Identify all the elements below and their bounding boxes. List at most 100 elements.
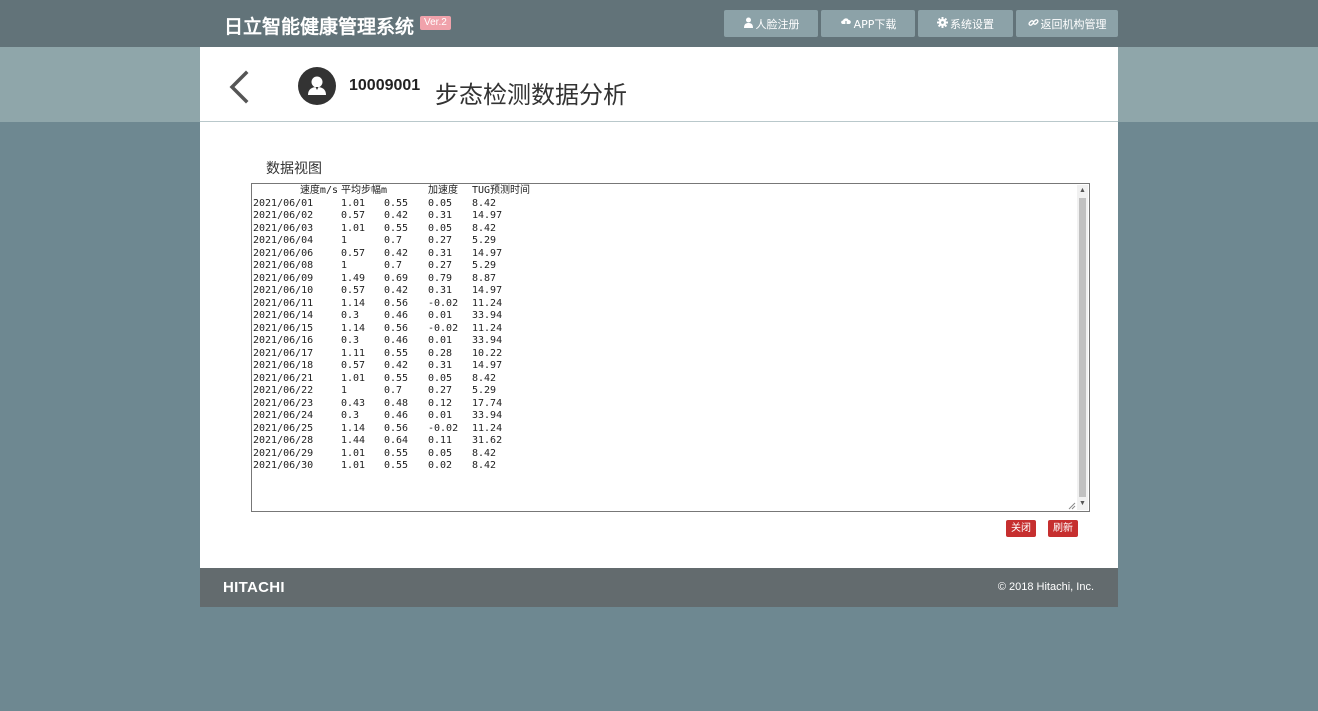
data-view-label: 数据视图 — [266, 161, 322, 177]
table-cell: 0.31 — [428, 210, 453, 221]
table-cell: 1 — [341, 385, 348, 396]
return-org-label: 返回机构管理 — [1040, 17, 1107, 31]
user-icon — [743, 17, 754, 31]
table-cell: 2021/06/28 — [253, 435, 314, 446]
table-cell: 0.3 — [341, 335, 360, 346]
table-header: 速度m/s 平均步幅m 加速度 TUG预测时间 — [253, 185, 552, 198]
table-cell: 0.3 — [341, 310, 360, 321]
gear-icon — [937, 16, 948, 31]
table-cell: 14.97 — [472, 247, 503, 259]
table-row: 2021/06/29 1.01 0.55 0.05 8.42 — [253, 448, 552, 461]
table-cell: 1.14 — [341, 322, 366, 334]
table-cell: 2021/06/11 — [253, 297, 314, 309]
face-register-button[interactable]: 人脸注册 — [724, 10, 818, 37]
table-cell: 0.69 — [384, 272, 409, 284]
table-cell: 5.29 — [472, 260, 497, 271]
return-org-button[interactable]: 返回机构管理 — [1016, 10, 1118, 37]
table-row: 2021/06/28 1.44 0.64 0.11 31.62 — [253, 435, 552, 448]
table-cell: 2021/06/23 — [253, 397, 314, 409]
table-cell: 2021/06/15 — [253, 322, 314, 334]
table-cell: 2021/06/08 — [253, 260, 314, 271]
table-cell: 11.24 — [472, 322, 503, 334]
refresh-button[interactable]: 刷新 — [1048, 520, 1078, 537]
avatar — [298, 67, 336, 105]
table-row: 2021/06/17 1.11 0.55 0.28 10.22 — [253, 348, 552, 361]
table-cell: 2021/06/04 — [253, 235, 314, 246]
scroll-down-arrow-icon[interactable]: ▼ — [1077, 498, 1088, 510]
table-cell: 0.7 — [384, 385, 403, 396]
table-cell: 14.97 — [472, 285, 503, 296]
table-cell: 2021/06/16 — [253, 335, 314, 346]
table-cell: 0.3 — [341, 410, 360, 421]
system-settings-label: 系统设置 — [950, 17, 994, 31]
table-cell: 0.46 — [384, 310, 409, 321]
vertical-scrollbar[interactable]: ▲ ▼ — [1077, 185, 1088, 510]
link-icon — [1027, 17, 1039, 31]
table-cell: 1 — [341, 235, 348, 246]
table-row: 2021/06/01 1.01 0.55 0.05 8.42 — [253, 198, 552, 211]
table-cell: 33.94 — [472, 310, 503, 321]
resize-grip-icon[interactable] — [1068, 502, 1076, 510]
version-badge: Ver.2 — [420, 16, 451, 30]
table-cell: 0.27 — [428, 235, 453, 246]
table-cell: 2021/06/06 — [253, 247, 314, 259]
table-cell: 2021/06/22 — [253, 385, 314, 396]
table-cell: 0.27 — [428, 260, 453, 271]
table-cell: 33.94 — [472, 335, 503, 346]
table-cell: 0.55 — [384, 197, 409, 209]
page-title: 步态检测数据分析 — [435, 81, 627, 109]
scroll-thumb[interactable] — [1079, 198, 1086, 497]
table-cell: 1.01 — [341, 197, 366, 209]
app-download-label: APP下载 — [853, 17, 897, 31]
back-button[interactable] — [224, 67, 254, 107]
table-cell: 2021/06/17 — [253, 347, 314, 359]
table-cell: 0.05 — [428, 197, 453, 209]
table-cell: -0.02 — [428, 297, 459, 309]
top-bar — [0, 0, 1318, 47]
table-cell: 1.01 — [341, 447, 366, 459]
data-textarea[interactable]: 速度m/s 平均步幅m 加速度 TUG预测时间 2021/06/01 1.01 0.… — [251, 183, 1090, 512]
table-cell: 2021/06/03 — [253, 222, 314, 234]
table-cell: 1.49 — [341, 272, 366, 284]
header-tug: TUG预测时间 — [472, 185, 531, 196]
main-panel: 10009001 步态检测数据分析 数据视图 速度m/s 平均步幅m 加速度 T… — [200, 47, 1118, 568]
table-cell: 0.42 — [384, 360, 409, 371]
table-cell: 0.01 — [428, 335, 453, 346]
user-id: 10009001 — [349, 77, 421, 94]
face-register-label: 人脸注册 — [755, 17, 800, 31]
table-cell: 0.55 — [384, 460, 409, 471]
panel-header: 10009001 步态检测数据分析 — [200, 47, 1118, 122]
table-cell: 0.57 — [341, 247, 366, 259]
table-cell: 0.48 — [384, 397, 409, 409]
table-cell: 2021/06/29 — [253, 447, 314, 459]
table-cell: 0.42 — [384, 285, 409, 296]
table-cell: 2021/06/10 — [253, 285, 314, 296]
table-cell: 0.7 — [384, 235, 403, 246]
table-cell: -0.02 — [428, 422, 459, 434]
close-button[interactable]: 关闭 — [1006, 520, 1036, 537]
table-cell: 0.31 — [428, 247, 453, 259]
table-cell: 0.05 — [428, 372, 453, 384]
table-cell: 14.97 — [472, 360, 503, 371]
table-cell: 0.11 — [428, 435, 453, 446]
table-cell: 2021/06/14 — [253, 310, 314, 321]
table-row: 2021/06/11 1.14 0.56 -0.02 11.24 — [253, 298, 552, 311]
table-cell: 0.64 — [384, 435, 409, 446]
table-cell: 0.01 — [428, 310, 453, 321]
table-row: 2021/06/21 1.01 0.55 0.05 8.42 — [253, 373, 552, 386]
system-settings-button[interactable]: 系统设置 — [918, 10, 1013, 37]
table-cell: 1 — [341, 260, 348, 271]
table-cell: 2021/06/30 — [253, 460, 314, 471]
table-cell: 1.01 — [341, 222, 366, 234]
app-download-button[interactable]: APP下载 — [821, 10, 915, 37]
table-cell: 0.05 — [428, 222, 453, 234]
footer: HITACHI © 2018 Hitachi, Inc. — [200, 568, 1118, 607]
table-cell: 2021/06/18 — [253, 360, 314, 371]
table-cell: 1.11 — [341, 347, 366, 359]
scroll-up-arrow-icon[interactable]: ▲ — [1077, 185, 1088, 197]
table-cell: 0.7 — [384, 260, 403, 271]
table-cell: 0.57 — [341, 285, 366, 296]
table-cell: 5.29 — [472, 235, 497, 246]
table-cell: 0.31 — [428, 285, 453, 296]
table-cell: 1.14 — [341, 422, 366, 434]
